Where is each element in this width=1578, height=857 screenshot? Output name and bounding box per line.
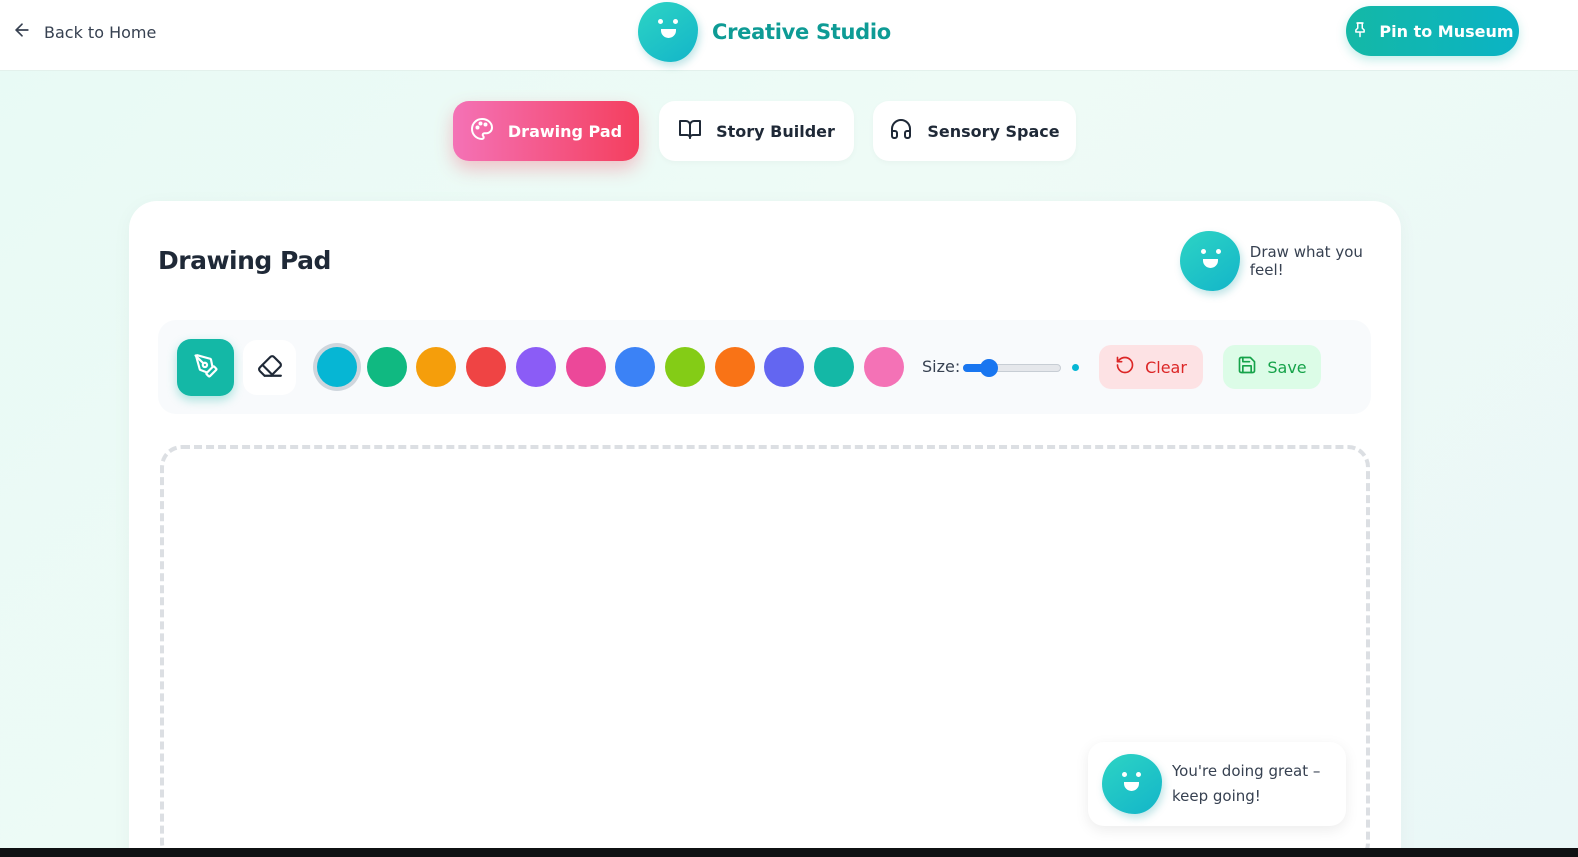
brush-size-slider[interactable] <box>963 359 1061 377</box>
pen-tool-icon <box>193 353 219 383</box>
palette-icon <box>470 117 494 145</box>
color-swatch[interactable] <box>515 347 556 387</box>
mascot-icon <box>1102 754 1162 814</box>
color-swatch[interactable] <box>466 347 507 387</box>
tab-story-builder-label: Story Builder <box>716 121 835 141</box>
back-to-home-link[interactable]: Back to Home <box>12 19 156 45</box>
hint-text: Draw what you feel! <box>1249 243 1363 279</box>
drawing-toolbar: Size: Clear Save <box>158 320 1371 414</box>
color-swatch[interactable] <box>714 347 755 387</box>
arrow-left-icon <box>12 20 32 44</box>
app-header: Back to Home Creative Studio Pin to Muse… <box>0 0 1578 71</box>
eraser-tool-button[interactable] <box>243 340 296 395</box>
save-icon <box>1237 355 1257 379</box>
brush-size-preview <box>1072 364 1079 371</box>
pin-to-museum-label: Pin to Museum <box>1379 21 1514 41</box>
encouragement-toast: You're doing great – keep going! <box>1088 742 1346 826</box>
save-label: Save <box>1267 357 1307 377</box>
brand-title: Creative Studio <box>712 20 891 44</box>
color-swatch[interactable] <box>814 347 854 387</box>
rotate-ccw-icon <box>1115 355 1135 379</box>
color-swatch[interactable] <box>366 347 407 387</box>
color-swatch[interactable] <box>615 347 656 387</box>
mascot-icon <box>1180 231 1240 291</box>
window-bottom-edge <box>0 848 1578 857</box>
size-label: Size: <box>922 357 961 376</box>
back-to-home-label: Back to Home <box>44 22 157 42</box>
color-swatch[interactable] <box>317 347 357 387</box>
tab-sensory-space[interactable]: Sensory Space <box>873 101 1076 161</box>
color-swatch[interactable] <box>664 347 705 387</box>
color-swatch[interactable] <box>565 347 606 387</box>
headphones-icon <box>889 117 913 145</box>
encouragement-text: You're doing great – keep going! <box>1172 762 1321 805</box>
clear-label: Clear <box>1145 357 1187 377</box>
mascot-hint: Draw what you feel! <box>1180 230 1401 292</box>
tab-drawing-pad[interactable]: Drawing Pad <box>453 101 639 161</box>
tab-drawing-pad-label: Drawing Pad <box>507 121 623 141</box>
pin-icon <box>1351 20 1369 42</box>
slider-thumb[interactable] <box>980 359 999 377</box>
color-swatch[interactable] <box>764 347 805 387</box>
save-button[interactable]: Save <box>1223 345 1321 389</box>
card-title: Drawing Pad <box>158 246 331 275</box>
tab-sensory-space-label: Sensory Space <box>927 121 1060 141</box>
clear-button[interactable]: Clear <box>1099 345 1203 389</box>
eraser-icon <box>257 353 283 383</box>
color-swatch[interactable] <box>863 347 904 387</box>
book-open-icon <box>678 117 702 145</box>
tab-story-builder[interactable]: Story Builder <box>659 101 854 161</box>
pen-tool-button[interactable] <box>177 339 234 396</box>
color-swatch[interactable] <box>416 347 457 387</box>
pin-to-museum-button[interactable]: Pin to Museum <box>1346 6 1519 56</box>
brand: Creative Studio <box>638 1 891 63</box>
mascot-logo-icon <box>638 2 698 62</box>
